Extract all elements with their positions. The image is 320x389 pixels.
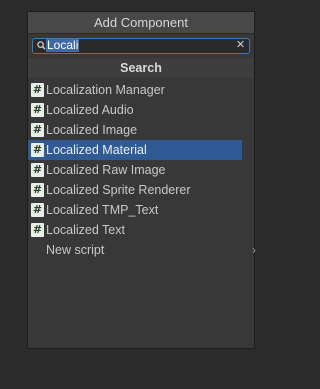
new-script-label: New script (46, 243, 105, 257)
list-item-label: Localized Text (46, 223, 125, 237)
search-section-title: Search (28, 58, 254, 78)
search-input-value[interactable]: Locali (46, 39, 80, 52)
list-item-localized-raw-image[interactable]: # Localized Raw Image (28, 160, 242, 180)
list-item-label: Localization Manager (46, 83, 165, 97)
add-component-popup: Add Component Locali ✕ Search # Localiza… (27, 11, 256, 349)
hash-icon: # (31, 143, 44, 157)
hash-icon: # (31, 163, 44, 177)
hash-icon: # (31, 103, 44, 117)
list-item-label: Localized Material (46, 143, 147, 157)
popup-title: Add Component (28, 12, 254, 34)
list-item-localized-tmp-text[interactable]: # Localized TMP_Text (28, 200, 242, 220)
list-item-localized-image[interactable]: # Localized Image (28, 120, 242, 140)
list-item-localized-sprite-renderer[interactable]: # Localized Sprite Renderer (28, 180, 242, 200)
component-list: # Localization Manager # Localized Audio… (28, 80, 256, 260)
search-input[interactable]: Locali ✕ (32, 38, 250, 54)
chevron-right-icon: › (252, 243, 256, 257)
list-item-localization-manager[interactable]: # Localization Manager (28, 80, 242, 100)
list-item-label: Localized Raw Image (46, 163, 166, 177)
hash-icon: # (31, 203, 44, 217)
list-item-label: Localized TMP_Text (46, 203, 159, 217)
hash-icon: # (31, 83, 44, 97)
list-item-localized-material[interactable]: # Localized Material (28, 140, 242, 160)
clear-search-icon[interactable]: ✕ (235, 40, 246, 51)
search-row: Locali ✕ (28, 34, 254, 60)
list-item-localized-audio[interactable]: # Localized Audio (28, 100, 242, 120)
search-icon (37, 41, 46, 50)
list-item-label: Localized Sprite Renderer (46, 183, 191, 197)
new-script-item[interactable]: New script › (28, 240, 256, 260)
hash-icon: # (31, 183, 44, 197)
list-item-label: Localized Image (46, 123, 138, 137)
hash-icon: # (31, 123, 44, 137)
hash-icon: # (31, 223, 44, 237)
list-item-label: Localized Audio (46, 103, 134, 117)
list-item-localized-text[interactable]: # Localized Text (28, 220, 242, 240)
